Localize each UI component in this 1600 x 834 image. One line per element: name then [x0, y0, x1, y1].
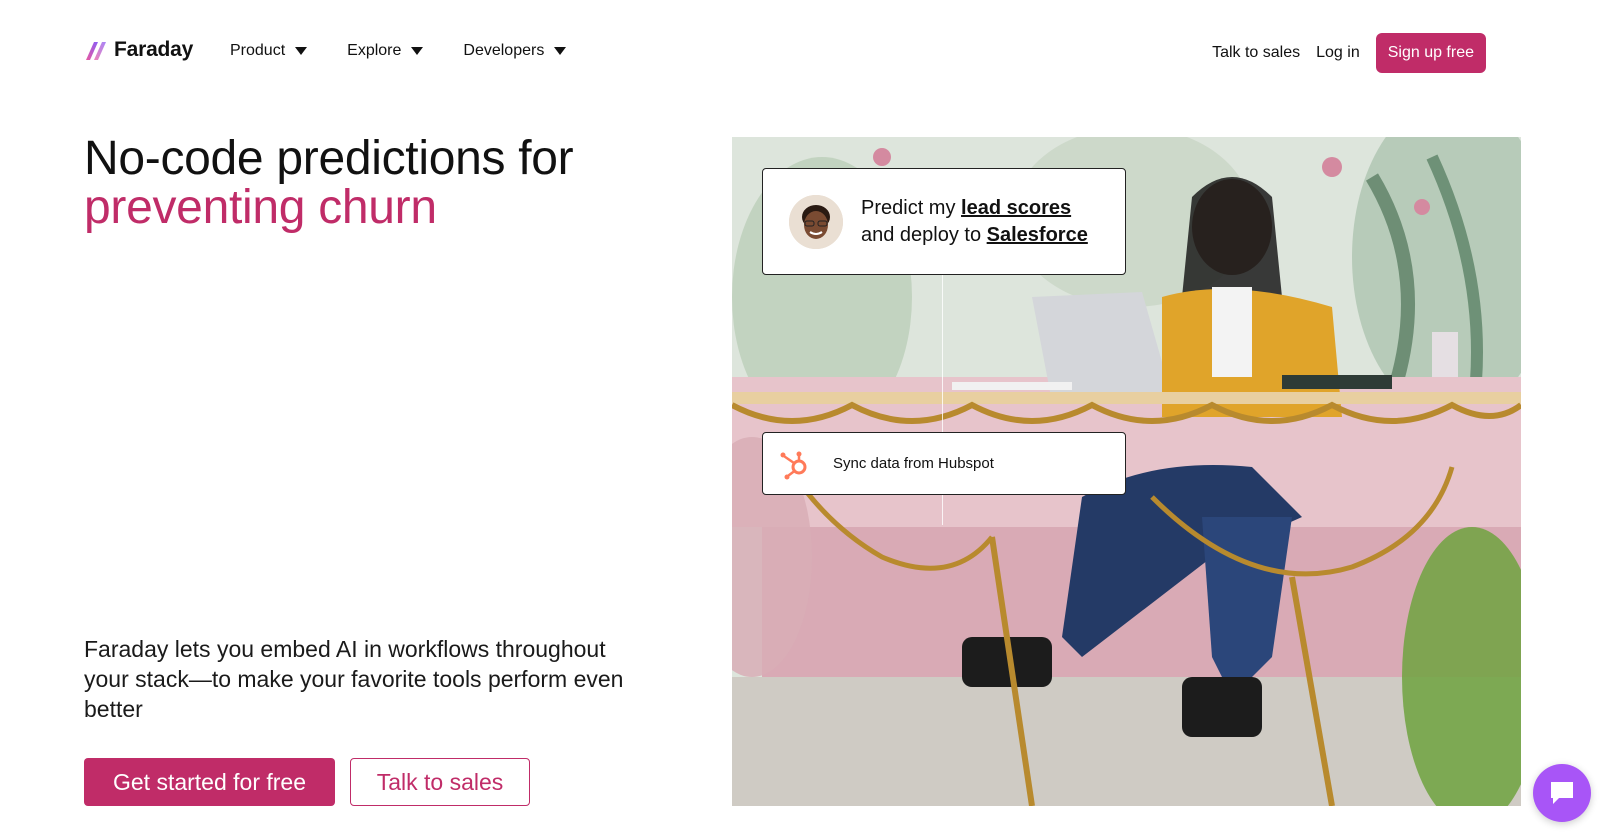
sync-message: Sync data from Hubspot [833, 455, 994, 472]
main-menu: Product Explore Developers [230, 42, 567, 60]
menu-explore-label: Explore [347, 42, 402, 59]
predict-middle: and deploy to [861, 224, 987, 246]
chevron-down-icon [411, 47, 424, 55]
headline-line-1: No-code predictions for [84, 132, 574, 185]
log-in-link[interactable]: Log in [1316, 44, 1360, 62]
salesforce-link[interactable]: Salesforce [987, 224, 1088, 246]
chat-widget-button[interactable] [1533, 764, 1591, 822]
predict-prefix: Predict my [861, 197, 962, 219]
menu-explore[interactable]: Explore [347, 42, 424, 60]
avatar [789, 195, 843, 249]
headline-accent: preventing churn [84, 181, 437, 234]
predict-card: Predict my lead scores and deploy to Sal… [762, 168, 1126, 275]
sign-up-button[interactable]: Sign up free [1375, 33, 1486, 73]
menu-product-label: Product [230, 42, 286, 59]
sync-card: Sync data from Hubspot [762, 432, 1126, 495]
faraday-logo[interactable]: Faraday [84, 38, 193, 62]
menu-product[interactable]: Product [230, 42, 308, 60]
hero-photo: Predict my lead scores and deploy to Sal… [732, 137, 1521, 806]
person-avatar-icon [789, 195, 843, 249]
hubspot-icon [780, 451, 807, 479]
brand-name: Faraday [114, 38, 194, 61]
talk-to-sales-link[interactable]: Talk to sales [1212, 44, 1300, 62]
get-started-button[interactable]: Get started for free [84, 758, 335, 806]
hero-description: Faraday lets you embed AI in workflows t… [84, 636, 624, 722]
menu-developers-label: Developers [463, 42, 545, 59]
menu-developers[interactable]: Developers [463, 42, 567, 60]
nav-actions: Talk to sales Log in Sign up free [1212, 33, 1486, 73]
chat-bubble-icon [1551, 782, 1573, 804]
hero-headline: No-code predictions for preventing churn [84, 132, 574, 234]
predict-message: Predict my lead scores and deploy to Sal… [861, 195, 1088, 249]
chevron-down-icon [554, 47, 567, 55]
chevron-down-icon [295, 47, 308, 55]
top-nav: Faraday Product Explore Developers Talk … [0, 0, 1600, 104]
faraday-logo-icon [86, 42, 106, 60]
talk-to-sales-button[interactable]: Talk to sales [350, 758, 530, 806]
lead-scores-link[interactable]: lead scores [961, 197, 1071, 219]
